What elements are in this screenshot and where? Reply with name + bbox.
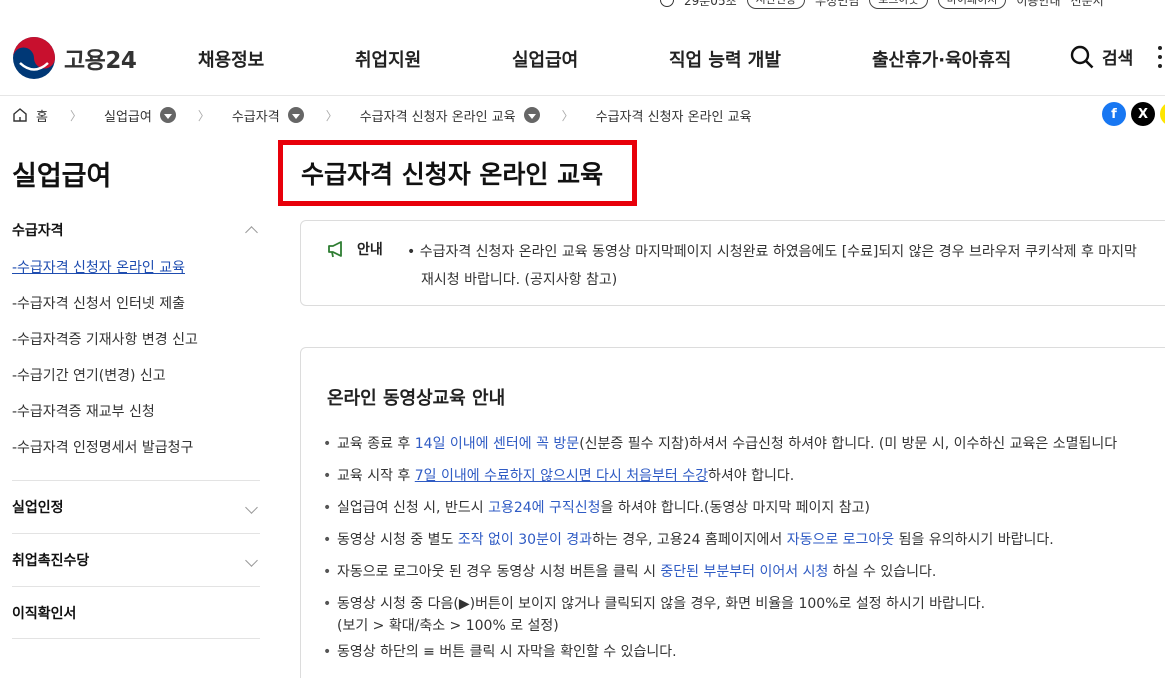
chevron-up-icon: [245, 226, 258, 239]
sidebar-item-online-education[interactable]: -수급자격 신청자 온라인 교육: [12, 250, 260, 286]
megaphone-icon: [328, 241, 342, 258]
search-icon: [1070, 45, 1094, 68]
sidebar-group-label: 이직확인서: [12, 605, 77, 622]
sidebar-item-reissue[interactable]: -수급자격증 재교부 신청: [12, 394, 260, 430]
sidebar-item-application-submit[interactable]: -수급자격 신청서 인터넷 제출: [12, 286, 260, 322]
page-title-box: 수급자격 신청자 온라인 교육: [278, 140, 637, 206]
notice-box: 안내 • 수급자격 신청자 온라인 교육 동영상 마지막페이지 시청완료 하였음…: [300, 220, 1165, 306]
search-label: 검색: [1102, 49, 1134, 69]
page-title: 수급자격 신청자 온라인 교육: [301, 160, 604, 189]
chevron-right-icon: 〉: [325, 108, 338, 123]
breadcrumb: 홈 〉 실업급여 〉 수급자격 〉 수급자격 신청자 온라인 교육 〉 수급자격…: [12, 104, 752, 126]
guide-list: • 교육 종료 후 14일 이내에 센터에 꼭 방문(신분증 필수 지참)하셔서 …: [323, 428, 1117, 668]
content-heading: 온라인 동영상교육 안내: [327, 388, 506, 409]
sidebar-group-eligibility[interactable]: 수급자격: [12, 210, 260, 250]
home-icon: [13, 108, 27, 122]
sidebar-title: 실업급여: [12, 161, 112, 192]
sidebar-item-period-extension[interactable]: -수급기간 연기(변경) 신고: [12, 358, 260, 394]
dropdown-icon[interactable]: [523, 107, 540, 123]
notice-line-2: 재시청 바랍니다. (공지사항 참고): [421, 272, 618, 288]
notice-text: • 수급자격 신청자 온라인 교육 동영상 마지막페이지 시청완료 하였음에도 …: [407, 238, 1137, 294]
logo-text: 고용24: [64, 48, 137, 74]
breadcrumb-level3[interactable]: 수급자격 신청자 온라인 교육: [360, 106, 516, 125]
logout-button[interactable]: 로그아웃: [869, 0, 928, 9]
extend-session-button[interactable]: 시간연장: [746, 0, 806, 9]
sidebar-item-change-report[interactable]: -수급자격증 기재사항 변경 신고: [12, 322, 260, 358]
guide-link[interactable]: 이용안내: [1016, 0, 1060, 9]
breadcrumb-home[interactable]: 홈: [36, 106, 48, 125]
sidebar-group-separation[interactable]: 이직확인서: [12, 586, 260, 639]
sidebar-item-certificate-request[interactable]: -수급자격 인정명세서 발급청구: [12, 430, 260, 466]
chevron-down-icon: [245, 500, 258, 514]
taegeuk-logo-icon: [13, 37, 55, 79]
nav-item-jobs[interactable]: 채용정보: [198, 46, 264, 72]
sidebar-group-label: 수급자격: [12, 223, 64, 239]
notice-label-text: 안내: [357, 242, 383, 258]
utility-bar: 29분05초 시간연장 우정민님 로그아웃 마이페이지 이용안내 전문서: [660, 0, 1104, 10]
facebook-share-icon[interactable]: f: [1102, 102, 1126, 126]
sidebar-menu: 수급자격 -수급자격 신청자 온라인 교육 -수급자격 신청서 인터넷 제출 -…: [12, 210, 260, 639]
list-item: • 교육 종료 후 14일 이내에 센터에 꼭 방문(신분증 필수 지참)하셔서 …: [323, 436, 1118, 452]
sidebar-group-recognition[interactable]: 실업인정: [12, 480, 260, 533]
more-menu-icon[interactable]: [1158, 46, 1162, 68]
user-name: 우정민님: [815, 0, 860, 8]
chevron-right-icon: 〉: [69, 108, 82, 123]
content-box: 온라인 동영상교육 안내 • 교육 종료 후 14일 이내에 센터에 꼭 방문(신…: [300, 347, 1165, 678]
list-item: • 자동으로 로그아웃 된 경우 동영상 시청 버튼을 클릭 시 중단된 부분부터…: [323, 564, 937, 580]
chevron-right-icon: 〉: [561, 108, 574, 123]
list-item: • 교육 시작 후 7일 이내에 수료하지 않으시면 다시 처음부터 수강하셔야 …: [323, 468, 795, 484]
sidebar-group-label: 취업촉진수당: [12, 553, 90, 569]
session-timer: 29분05초: [684, 0, 737, 8]
list-item: • 동영상 시청 중 별도 조작 없이 30분이 경과하는 경우, 고용24 홈페…: [323, 532, 1054, 548]
kakao-share-icon[interactable]: [1160, 102, 1165, 126]
nav-item-unemployment-benefit[interactable]: 실업급여: [512, 46, 578, 72]
dropdown-icon[interactable]: [287, 107, 304, 123]
sidebar-group-label: 실업인정: [12, 500, 64, 516]
mypage-button[interactable]: 마이페이지: [937, 0, 1007, 9]
breadcrumb-level1[interactable]: 실업급여: [104, 106, 152, 125]
breadcrumb-current: 수급자격 신청자 온라인 교육: [595, 109, 752, 125]
share-buttons: f X: [1102, 102, 1165, 126]
nav-item-parental-leave[interactable]: 출산휴가·육아휴직: [872, 46, 1011, 72]
nav-item-employment-support[interactable]: 취업지원: [355, 46, 421, 72]
all-menu-link[interactable]: 전문서: [1071, 0, 1104, 9]
x-share-icon[interactable]: X: [1131, 102, 1155, 126]
list-item: • 실업급여 신청 시, 반드시 고용24에 구직신청을 하셔야 합니다.(동영상…: [323, 500, 870, 516]
chevron-right-icon: 〉: [197, 108, 210, 123]
list-item: • 동영상 시청 중 다음(▶)버튼이 보이지 않거나 클릭되지 않을 경우, 화…: [323, 596, 986, 634]
nav-item-vocational-training[interactable]: 직업 능력 개발: [669, 46, 781, 72]
list-item: • 동영상 하단의 ≡ 버튼 클릭 시 자막을 확인할 수 있습니다.: [323, 644, 677, 660]
notice-label: 안내: [327, 239, 383, 259]
chevron-down-icon: [245, 553, 258, 567]
dropdown-icon[interactable]: [159, 107, 176, 123]
breadcrumb-level2[interactable]: 수급자격: [232, 106, 280, 125]
notice-line-1: • 수급자격 신청자 온라인 교육 동영상 마지막페이지 시청완료 하였음에도 …: [407, 244, 1137, 260]
site-logo[interactable]: 고용24: [12, 36, 137, 80]
sidebar-group-allowance[interactable]: 취업촉진수당: [12, 533, 260, 586]
search-button[interactable]: 검색: [1070, 44, 1133, 69]
site-header: 고용24 채용정보 취업지원 실업급여 직업 능력 개발 출산휴가·육아휴직 검…: [0, 22, 1165, 96]
clock-icon: [660, 0, 674, 7]
